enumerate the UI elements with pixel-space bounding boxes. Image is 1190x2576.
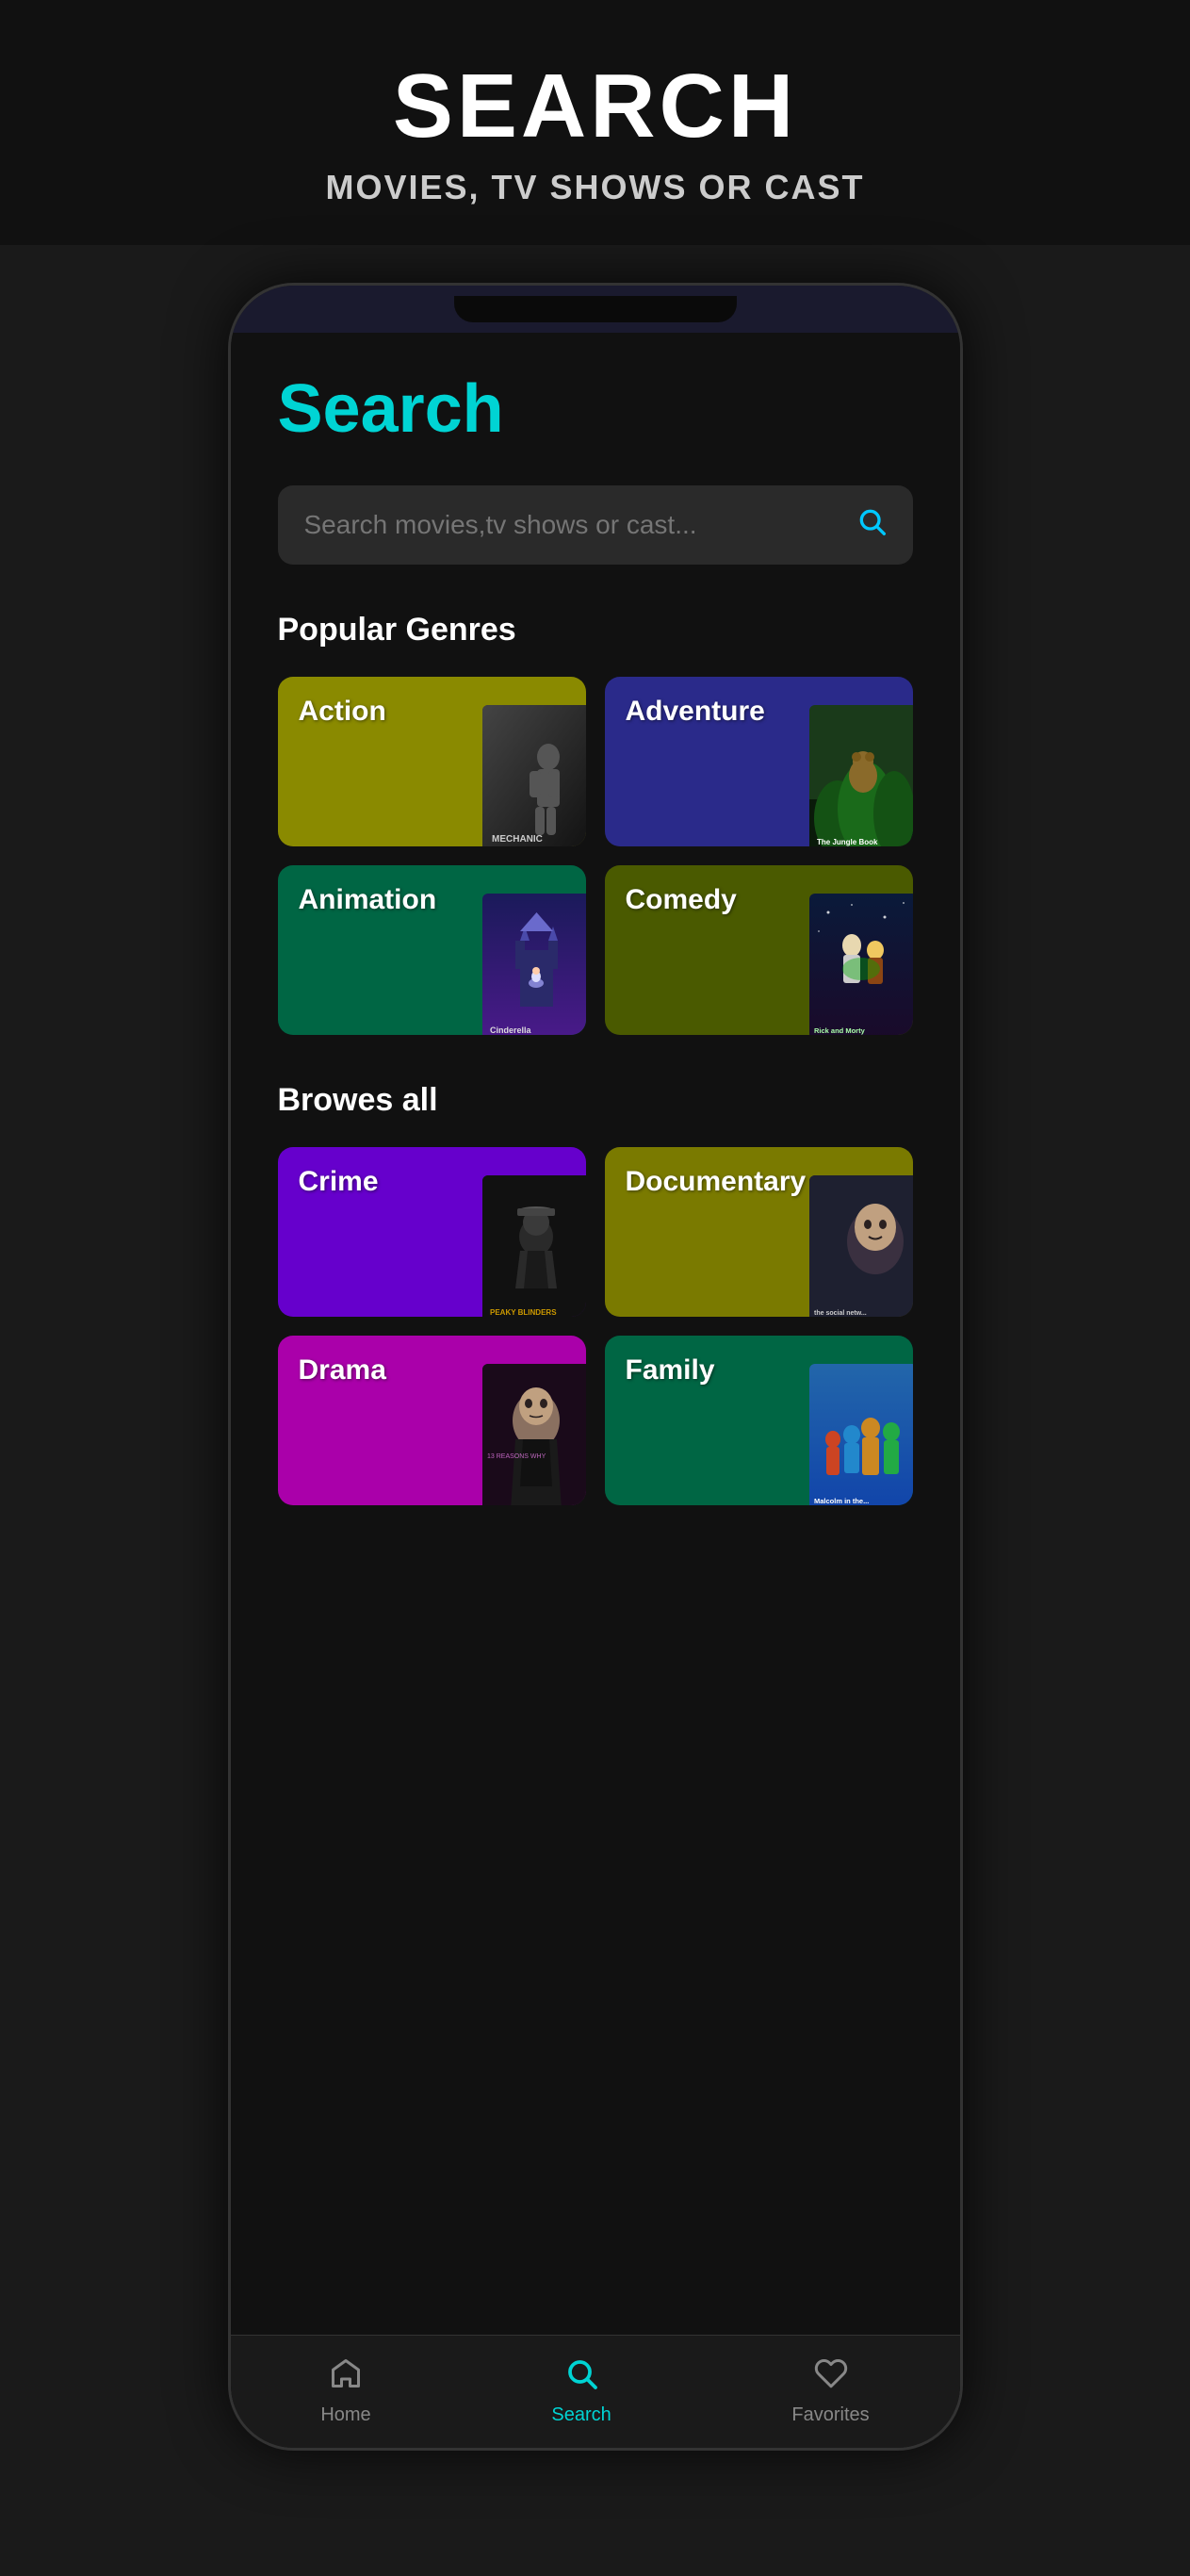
search-nav-icon [564, 2356, 598, 2399]
genre-label-comedy: Comedy [605, 865, 758, 935]
nav-label-favorites: Favorites [791, 2404, 869, 2426]
genre-label-documentary: Documentary [605, 1147, 827, 1217]
svg-text:MECHANIC: MECHANIC [492, 834, 543, 845]
header-subtitle: MOVIES, TV SHOWS OR CAST [38, 168, 1152, 207]
home-icon [329, 2356, 363, 2399]
search-input[interactable] [304, 510, 856, 540]
phone-frame: Search Popular Genres Action [228, 283, 963, 2451]
genre-card-action[interactable]: Action [278, 677, 586, 846]
svg-text:the social netw...: the social netw... [814, 1310, 867, 1317]
nav-label-home: Home [320, 2404, 370, 2426]
bottom-navigation: Home Search Favorites [231, 2335, 960, 2448]
svg-text:Rick and Morty: Rick and Morty [814, 1026, 866, 1035]
search-bar-container [278, 485, 913, 565]
page-title: Search [278, 370, 913, 448]
family-poster: Malcolm in the... [809, 1364, 913, 1505]
genre-card-family[interactable]: Family [605, 1336, 913, 1505]
phone-screen: Search Popular Genres Action [231, 333, 960, 2406]
nav-item-home[interactable]: Home [320, 2356, 370, 2426]
documentary-poster: the social netw... [809, 1175, 913, 1317]
status-bar [231, 286, 960, 333]
nav-label-search: Search [551, 2404, 611, 2426]
genre-label-crime: Crime [278, 1147, 399, 1217]
genre-card-comedy[interactable]: Comedy [605, 865, 913, 1035]
nav-item-favorites[interactable]: Favorites [791, 2356, 869, 2426]
genre-label-adventure: Adventure [605, 677, 786, 747]
crime-poster: PEAKY BLINDERS [482, 1175, 586, 1317]
browse-all-heading: Browes all [278, 1082, 913, 1119]
svg-text:The Jungle Book: The Jungle Book [817, 838, 878, 846]
nav-item-search[interactable]: Search [551, 2356, 611, 2426]
header-title: SEARCH [38, 57, 1152, 156]
popular-genres-grid: Action [278, 677, 913, 1035]
genre-label-animation: Animation [278, 865, 458, 935]
genre-label-action: Action [278, 677, 407, 747]
genre-card-animation[interactable]: Animation [278, 865, 586, 1035]
popular-genres-heading: Popular Genres [278, 612, 913, 648]
volume-down-button[interactable] [228, 634, 231, 700]
svg-text:Cinderella: Cinderella [490, 1025, 532, 1035]
genre-card-documentary[interactable]: Documentary the social netw... [605, 1147, 913, 1317]
genre-label-family: Family [605, 1336, 736, 1405]
header-section: SEARCH MOVIES, TV SHOWS OR CAST [0, 0, 1190, 245]
volume-up-button[interactable] [228, 550, 231, 615]
power-button[interactable] [960, 587, 963, 681]
search-icon[interactable] [856, 506, 887, 544]
svg-text:Malcolm in the...: Malcolm in the... [814, 1497, 869, 1505]
favorites-icon [814, 2356, 848, 2399]
svg-text:PEAKY BLINDERS: PEAKY BLINDERS [490, 1308, 557, 1317]
adventure-poster: The Jungle Book [809, 705, 913, 846]
browse-all-grid: Crime [278, 1147, 913, 1505]
animation-poster: Cinderella [482, 894, 586, 1035]
genre-label-drama: Drama [278, 1336, 407, 1405]
drama-poster: 13 REASONS WHY [482, 1364, 586, 1505]
genre-card-adventure[interactable]: Adventure [605, 677, 913, 846]
genre-card-drama[interactable]: Drama [278, 1336, 586, 1505]
phone-notch [454, 296, 737, 322]
action-poster: MECHANIC [482, 705, 586, 846]
svg-text:13 REASONS WHY: 13 REASONS WHY [487, 1453, 546, 1460]
comedy-poster: Rick and Morty [809, 894, 913, 1035]
genre-card-crime[interactable]: Crime [278, 1147, 586, 1317]
